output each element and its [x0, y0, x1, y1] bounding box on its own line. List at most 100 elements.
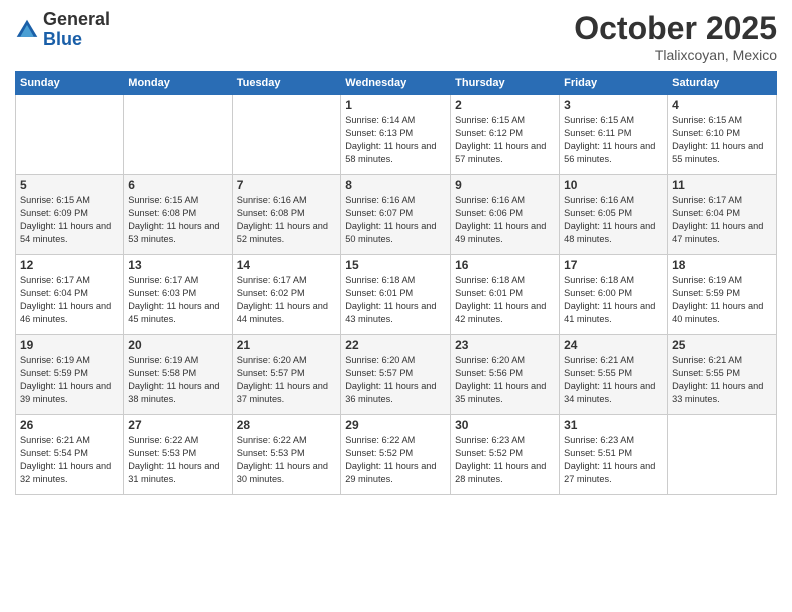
day-number: 7	[237, 178, 337, 192]
day-cell-5-1: 26 Sunrise: 6:21 AM Sunset: 5:54 PM Dayli…	[16, 415, 124, 495]
day-cell-3-1: 12Sunrise: 6:17 AM Sunset: 6:04 PM Dayli…	[16, 255, 124, 335]
day-number: 24	[564, 338, 663, 352]
day-number: 16	[455, 258, 555, 272]
day-info: Sunrise: 6:21 AM Sunset: 5:54 PM Dayligh…	[20, 434, 119, 486]
day-cell-2-6: 10 Sunrise: 6:16 AM Sunset: 6:05 PM Dayli…	[560, 175, 668, 255]
day-info: Sunrise: 6:21 AM Sunset: 5:55 PM Dayligh…	[564, 354, 663, 406]
day-cell-3-5: 16Sunrise: 6:18 AM Sunset: 6:01 PM Dayli…	[451, 255, 560, 335]
day-info: Sunrise: 6:15 AM Sunset: 6:11 PM Dayligh…	[564, 114, 663, 166]
day-number: 19	[20, 338, 119, 352]
location: Tlalixcoyan, Mexico	[574, 47, 777, 63]
day-cell-2-1: 5 Sunrise: 6:15 AM Sunset: 6:09 PM Daylig…	[16, 175, 124, 255]
day-cell-1-2	[124, 95, 232, 175]
week-row-5: 26 Sunrise: 6:21 AM Sunset: 5:54 PM Dayli…	[16, 415, 777, 495]
logo: General Blue	[15, 10, 110, 50]
day-info: Sunrise: 6:17 AM Sunset: 6:02 PM Dayligh…	[237, 274, 337, 326]
day-cell-1-3	[232, 95, 341, 175]
day-info: Sunrise: 6:18 AM Sunset: 6:00 PM Dayligh…	[564, 274, 663, 326]
day-info: Sunrise: 6:17 AM Sunset: 6:04 PM Dayligh…	[20, 274, 119, 326]
day-info: Sunrise: 6:15 AM Sunset: 6:10 PM Dayligh…	[672, 114, 772, 166]
calendar-header: Sunday Monday Tuesday Wednesday Thursday…	[16, 72, 777, 95]
day-info: Sunrise: 6:20 AM Sunset: 5:56 PM Dayligh…	[455, 354, 555, 406]
calendar-body: 1 Sunrise: 6:14 AM Sunset: 6:13 PM Daylig…	[16, 95, 777, 495]
day-cell-2-3: 7 Sunrise: 6:16 AM Sunset: 6:08 PM Daylig…	[232, 175, 341, 255]
day-info: Sunrise: 6:15 AM Sunset: 6:08 PM Dayligh…	[128, 194, 227, 246]
day-cell-5-4: 29 Sunrise: 6:22 AM Sunset: 5:52 PM Dayli…	[341, 415, 451, 495]
day-info: Sunrise: 6:23 AM Sunset: 5:51 PM Dayligh…	[564, 434, 663, 486]
day-number: 10	[564, 178, 663, 192]
col-wednesday: Wednesday	[341, 72, 451, 95]
day-info: Sunrise: 6:23 AM Sunset: 5:52 PM Dayligh…	[455, 434, 555, 486]
day-number: 22	[345, 338, 446, 352]
day-cell-5-3: 28 Sunrise: 6:22 AM Sunset: 5:53 PM Dayli…	[232, 415, 341, 495]
day-number: 23	[455, 338, 555, 352]
day-cell-4-5: 23 Sunrise: 6:20 AM Sunset: 5:56 PM Dayli…	[451, 335, 560, 415]
day-info: Sunrise: 6:22 AM Sunset: 5:53 PM Dayligh…	[128, 434, 227, 486]
day-cell-4-2: 20 Sunrise: 6:19 AM Sunset: 5:58 PM Dayli…	[124, 335, 232, 415]
day-cell-5-7	[668, 415, 777, 495]
day-info: Sunrise: 6:20 AM Sunset: 5:57 PM Dayligh…	[237, 354, 337, 406]
col-monday: Monday	[124, 72, 232, 95]
weekday-row: Sunday Monday Tuesday Wednesday Thursday…	[16, 72, 777, 95]
day-number: 26	[20, 418, 119, 432]
day-number: 17	[564, 258, 663, 272]
day-cell-3-3: 14Sunrise: 6:17 AM Sunset: 6:02 PM Dayli…	[232, 255, 341, 335]
day-number: 11	[672, 178, 772, 192]
day-cell-2-7: 11 Sunrise: 6:17 AM Sunset: 6:04 PM Dayli…	[668, 175, 777, 255]
day-number: 13	[128, 258, 227, 272]
day-cell-5-5: 30 Sunrise: 6:23 AM Sunset: 5:52 PM Dayli…	[451, 415, 560, 495]
day-cell-3-7: 18Sunrise: 6:19 AM Sunset: 5:59 PM Dayli…	[668, 255, 777, 335]
title-block: October 2025 Tlalixcoyan, Mexico	[574, 10, 777, 63]
day-cell-4-1: 19 Sunrise: 6:19 AM Sunset: 5:59 PM Dayli…	[16, 335, 124, 415]
day-info: Sunrise: 6:17 AM Sunset: 6:04 PM Dayligh…	[672, 194, 772, 246]
day-cell-4-7: 25 Sunrise: 6:21 AM Sunset: 5:55 PM Dayli…	[668, 335, 777, 415]
day-number: 30	[455, 418, 555, 432]
header: General Blue October 2025 Tlalixcoyan, M…	[15, 10, 777, 63]
day-cell-4-3: 21Sunrise: 6:20 AM Sunset: 5:57 PM Dayli…	[232, 335, 341, 415]
day-info: Sunrise: 6:16 AM Sunset: 6:05 PM Dayligh…	[564, 194, 663, 246]
day-number: 2	[455, 98, 555, 112]
calendar: Sunday Monday Tuesday Wednesday Thursday…	[15, 71, 777, 495]
day-cell-1-4: 1 Sunrise: 6:14 AM Sunset: 6:13 PM Daylig…	[341, 95, 451, 175]
day-number: 20	[128, 338, 227, 352]
day-cell-1-5: 2 Sunrise: 6:15 AM Sunset: 6:12 PM Daylig…	[451, 95, 560, 175]
day-info: Sunrise: 6:16 AM Sunset: 6:06 PM Dayligh…	[455, 194, 555, 246]
day-cell-1-1	[16, 95, 124, 175]
day-cell-1-6: 3Sunrise: 6:15 AM Sunset: 6:11 PM Daylig…	[560, 95, 668, 175]
col-friday: Friday	[560, 72, 668, 95]
day-info: Sunrise: 6:19 AM Sunset: 5:59 PM Dayligh…	[672, 274, 772, 326]
day-info: Sunrise: 6:22 AM Sunset: 5:53 PM Dayligh…	[237, 434, 337, 486]
day-cell-5-2: 27Sunrise: 6:22 AM Sunset: 5:53 PM Dayli…	[124, 415, 232, 495]
day-info: Sunrise: 6:15 AM Sunset: 6:09 PM Dayligh…	[20, 194, 119, 246]
day-info: Sunrise: 6:14 AM Sunset: 6:13 PM Dayligh…	[345, 114, 446, 166]
day-number: 5	[20, 178, 119, 192]
day-cell-2-2: 6 Sunrise: 6:15 AM Sunset: 6:08 PM Daylig…	[124, 175, 232, 255]
logo-text: General Blue	[43, 10, 110, 50]
day-cell-2-4: 8Sunrise: 6:16 AM Sunset: 6:07 PM Daylig…	[341, 175, 451, 255]
page: General Blue October 2025 Tlalixcoyan, M…	[0, 0, 792, 612]
day-info: Sunrise: 6:19 AM Sunset: 5:58 PM Dayligh…	[128, 354, 227, 406]
logo-general: General	[43, 9, 110, 29]
col-sunday: Sunday	[16, 72, 124, 95]
day-number: 8	[345, 178, 446, 192]
day-number: 6	[128, 178, 227, 192]
day-number: 29	[345, 418, 446, 432]
col-saturday: Saturday	[668, 72, 777, 95]
day-number: 28	[237, 418, 337, 432]
week-row-3: 12Sunrise: 6:17 AM Sunset: 6:04 PM Dayli…	[16, 255, 777, 335]
logo-blue: Blue	[43, 29, 82, 49]
day-info: Sunrise: 6:15 AM Sunset: 6:12 PM Dayligh…	[455, 114, 555, 166]
month-title: October 2025	[574, 10, 777, 47]
day-info: Sunrise: 6:16 AM Sunset: 6:08 PM Dayligh…	[237, 194, 337, 246]
day-info: Sunrise: 6:19 AM Sunset: 5:59 PM Dayligh…	[20, 354, 119, 406]
day-cell-3-4: 15Sunrise: 6:18 AM Sunset: 6:01 PM Dayli…	[341, 255, 451, 335]
logo-icon	[15, 18, 39, 42]
day-cell-2-5: 9Sunrise: 6:16 AM Sunset: 6:06 PM Daylig…	[451, 175, 560, 255]
day-cell-5-6: 31 Sunrise: 6:23 AM Sunset: 5:51 PM Dayli…	[560, 415, 668, 495]
day-cell-4-6: 24 Sunrise: 6:21 AM Sunset: 5:55 PM Dayli…	[560, 335, 668, 415]
day-info: Sunrise: 6:22 AM Sunset: 5:52 PM Dayligh…	[345, 434, 446, 486]
day-number: 25	[672, 338, 772, 352]
day-number: 1	[345, 98, 446, 112]
day-number: 31	[564, 418, 663, 432]
day-info: Sunrise: 6:21 AM Sunset: 5:55 PM Dayligh…	[672, 354, 772, 406]
